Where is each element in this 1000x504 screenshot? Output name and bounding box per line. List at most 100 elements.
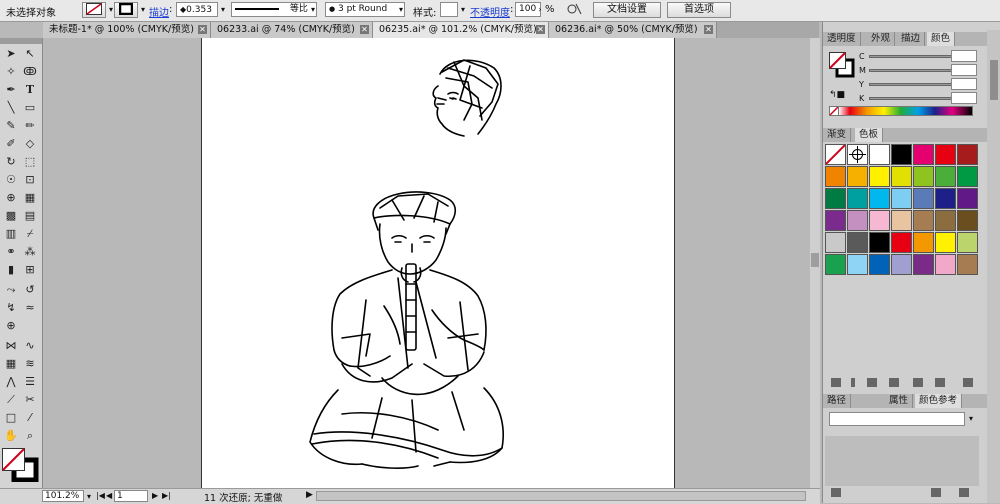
color-swatch[interactable]	[891, 144, 912, 165]
new-color-group-icon[interactable]	[889, 378, 899, 387]
crosshair-tool-icon[interactable]: ⊕	[2, 318, 20, 334]
color-swatch[interactable]	[825, 166, 846, 187]
color-swatch[interactable]	[847, 188, 868, 209]
list-tool-icon[interactable]: ☰	[21, 374, 39, 390]
channel-m-field[interactable]	[951, 64, 977, 76]
swatch-options-icon[interactable]	[867, 378, 877, 387]
warp-tool-icon[interactable]: ☉	[2, 172, 20, 188]
page-field[interactable]: 1	[114, 490, 148, 502]
live-paint-tool-icon[interactable]: ▦	[21, 190, 39, 206]
graphic-style-swatch[interactable]	[440, 2, 458, 17]
color-swatch[interactable]	[957, 166, 978, 187]
artboard-tool-icon[interactable]: ⊞	[21, 262, 39, 278]
tab-06235[interactable]: 06235.ai* @ 101.2% (CMYK/预览) ✕	[373, 22, 549, 38]
mesh-tool-icon[interactable]: ▤	[21, 208, 39, 224]
chevron-down-icon[interactable]: ▾	[218, 2, 228, 17]
panel-scrollbar[interactable]	[987, 30, 1000, 503]
channel-y-field[interactable]	[951, 78, 977, 90]
tab-gradient[interactable]: 渐变	[823, 128, 852, 142]
eyedropper-alt-tool-icon[interactable]: ⁄	[21, 410, 39, 426]
chevron-down-icon[interactable]: ▾	[969, 412, 977, 426]
swatch-none[interactable]	[825, 144, 846, 165]
direct-selection-tool-icon[interactable]: ↖	[21, 46, 39, 62]
color-swatch[interactable]	[935, 210, 956, 231]
scissors-tool-icon[interactable]: ✂	[21, 392, 39, 408]
slice-tool-icon[interactable]: ⋈	[2, 338, 20, 354]
color-spectrum-bar[interactable]	[829, 106, 973, 116]
warp-curve-tool-icon[interactable]: ↺	[21, 282, 39, 298]
color-swatch[interactable]	[891, 254, 912, 275]
scale-tool-icon[interactable]: ⬚	[21, 154, 39, 170]
free-transform-tool-icon[interactable]: ⊡	[21, 172, 39, 188]
color-panel-fill-stroke[interactable]	[829, 52, 855, 81]
edit-colors-icon[interactable]	[931, 488, 941, 497]
rotate-tool-icon[interactable]: ↻	[2, 154, 20, 170]
color-swatch[interactable]	[913, 188, 934, 209]
scroll-thumb[interactable]	[811, 253, 819, 267]
zoom-field[interactable]: 101.2%	[42, 490, 84, 502]
color-swatch[interactable]	[847, 210, 868, 231]
symbol-sprayer-tool-icon[interactable]: ⁂	[21, 244, 39, 260]
blob-brush-tool-icon[interactable]: ✐	[2, 136, 20, 152]
color-swatch[interactable]	[891, 166, 912, 187]
perspective-grid-tool-icon[interactable]: ▩	[2, 208, 20, 224]
close-icon[interactable]: ✕	[360, 25, 369, 34]
close-icon[interactable]: ✕	[198, 25, 207, 34]
tab-pathfinder[interactable]: 路径	[823, 394, 852, 408]
tab-attributes[interactable]: 属性	[885, 394, 914, 408]
scroll-thumb[interactable]	[990, 60, 998, 100]
opacity-link[interactable]: 不透明度	[470, 4, 510, 19]
color-swatch[interactable]	[935, 144, 956, 165]
pencil-tool-icon[interactable]: ✏	[21, 118, 39, 134]
tab-stroke[interactable]: 描边	[897, 32, 926, 46]
stroke-swatch-button[interactable]	[114, 2, 138, 18]
color-swatch[interactable]	[869, 188, 890, 209]
tab-appearance[interactable]: 外观	[867, 32, 896, 46]
close-icon[interactable]: ✕	[704, 25, 713, 34]
rectangle-tool-icon[interactable]: ▭	[21, 100, 39, 116]
color-swatch[interactable]	[847, 166, 868, 187]
next-page-icon[interactable]: ▶	[152, 491, 158, 500]
color-swatch[interactable]	[913, 210, 934, 231]
tab-06233[interactable]: 06233.ai @ 74% (CMYK/预览) ✕	[211, 22, 373, 38]
tab-06236[interactable]: 06236.ai* @ 50% (CMYK/预览) ✕	[549, 22, 717, 38]
tab-color-guide[interactable]: 颜色参考	[915, 394, 963, 408]
chevron-down-icon[interactable]: ▾	[84, 489, 94, 504]
none-color-icon[interactable]	[829, 106, 839, 116]
color-swatch[interactable]	[935, 254, 956, 275]
channel-c-field[interactable]	[951, 50, 977, 62]
color-swatch[interactable]	[869, 144, 890, 165]
color-swatch[interactable]	[913, 254, 934, 275]
color-swatch[interactable]	[891, 210, 912, 231]
fill-swatch-button[interactable]	[82, 2, 106, 18]
tab-transparency[interactable]: 透明度	[823, 32, 861, 46]
blend-tool-icon[interactable]: ⚭	[2, 244, 20, 260]
tab-swatches[interactable]: 色板	[855, 128, 884, 142]
color-swatch[interactable]	[913, 166, 934, 187]
horizontal-scrollbar[interactable]	[316, 491, 806, 501]
recolor-artwork-icon[interactable]	[563, 2, 585, 18]
color-swatch[interactable]	[869, 254, 890, 275]
tools-panel-grip[interactable]	[0, 38, 42, 44]
color-swatch[interactable]	[935, 166, 956, 187]
chevron-down-icon[interactable]: ▾	[458, 2, 468, 17]
artboard[interactable]	[201, 38, 675, 488]
new-swatch-icon[interactable]	[913, 378, 923, 387]
reshape-tool-icon[interactable]: ↯	[2, 300, 20, 316]
color-swatch[interactable]	[957, 188, 978, 209]
color-swatch[interactable]	[913, 232, 934, 253]
channel-k-field[interactable]	[951, 92, 977, 104]
fill-stroke-widget[interactable]	[2, 448, 39, 483]
color-swatch[interactable]	[957, 232, 978, 253]
frame-tool-icon[interactable]: □	[2, 410, 20, 426]
color-swatch[interactable]	[869, 232, 890, 253]
gradient-mesh-tool-icon[interactable]: ≋	[21, 356, 39, 372]
variable-width-profile[interactable]: 等比	[231, 2, 317, 17]
zoom-tool-icon[interactable]: ⌕	[21, 428, 39, 444]
chevron-down-icon[interactable]: ▾	[396, 2, 406, 17]
selection-tool-icon[interactable]: ➤	[2, 46, 20, 62]
out-of-gamut-icon[interactable]: ↰■	[829, 90, 845, 100]
color-swatch[interactable]	[891, 232, 912, 253]
gradient-tool-icon[interactable]: ▥	[2, 226, 20, 242]
graph-tool-icon[interactable]: ▦	[2, 356, 20, 372]
